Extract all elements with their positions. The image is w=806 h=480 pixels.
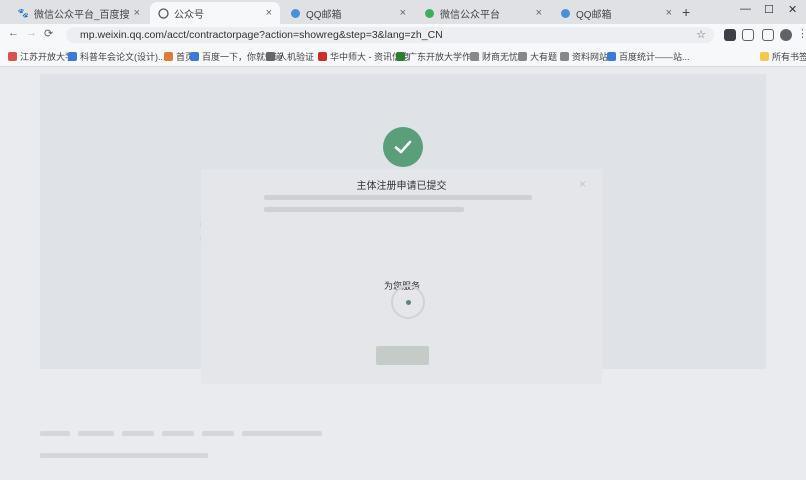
copyright: [40, 453, 208, 458]
paw-icon: 🐾: [17, 7, 30, 18]
new-tab-button[interactable]: +: [682, 4, 690, 20]
tab-strip: 🐾 微信公众平台_百度搜索 × 公众号 × QQ邮箱 × 微信公众平台 × QQ…: [0, 0, 806, 24]
tab-gongzhonghao[interactable]: 公众号 ×: [150, 2, 280, 24]
close-icon[interactable]: ×: [134, 7, 140, 19]
bookmark-icon: [68, 52, 77, 61]
extension-icon[interactable]: [724, 29, 736, 41]
footer-link[interactable]: [242, 431, 322, 436]
bookmark-icon: [560, 52, 569, 61]
footer-link[interactable]: [40, 431, 70, 436]
close-icon[interactable]: ×: [266, 7, 272, 19]
bookmark-icon: [470, 52, 479, 61]
bookmark-item[interactable]: 科普年会论文(设计)...: [68, 50, 166, 63]
bookmark-icon: [164, 52, 173, 61]
bookmark-icon: [396, 52, 405, 61]
bookmark-icon: [607, 52, 616, 61]
blurred-text: [40, 453, 208, 458]
forward-icon[interactable]: →: [26, 27, 37, 39]
dialog-title: 主体注册申请已提交: [356, 181, 447, 192]
reload-icon[interactable]: ⟳: [44, 27, 53, 40]
bookmark-item[interactable]: 财商无忧: [470, 50, 518, 63]
footer-links: [40, 431, 322, 436]
confirm-button[interactable]: [376, 346, 429, 365]
bookmark-icon: [190, 52, 199, 61]
star-icon[interactable]: ☆: [696, 28, 706, 41]
bookmark-item[interactable]: 大有题: [518, 50, 557, 63]
tab-qq-mail-2[interactable]: QQ邮箱 ×: [552, 2, 680, 24]
blurred-text: [264, 195, 532, 200]
browser-toolbar: ← → ⟳ mp.weixin.qq.com/acct/contractorpa…: [0, 24, 806, 46]
dialog-description: [264, 195, 539, 212]
success-check-icon: [383, 127, 423, 167]
bookmarks-bar: 江苏开放大学 科普年会论文(设计)... 首页 百度一下，你就知道 人机验证 华…: [0, 46, 806, 67]
qq-mail-icon: [290, 8, 301, 19]
puzzle-icon[interactable]: [742, 29, 754, 41]
back-icon[interactable]: ←: [8, 27, 19, 39]
avatar[interactable]: [780, 29, 792, 41]
page-content: × 主体注册申请已提交 为您服务: [0, 67, 806, 480]
footer-link[interactable]: [122, 431, 154, 436]
split-view-icon[interactable]: [762, 29, 774, 41]
footer-link[interactable]: [162, 431, 194, 436]
cursor-icon: [406, 300, 411, 305]
bookmark-icon: [8, 52, 17, 61]
folder-icon: [760, 52, 769, 61]
url-text[interactable]: mp.weixin.qq.com/acct/contractorpage?act…: [80, 29, 443, 41]
bookmark-item[interactable]: 资料网站: [560, 50, 608, 63]
qq-mail-icon: [560, 8, 571, 19]
close-icon[interactable]: ×: [400, 7, 406, 19]
wechat-icon: [158, 7, 169, 19]
bookmark-item[interactable]: 江苏开放大学: [8, 50, 74, 63]
close-window-button[interactable]: ✕: [788, 3, 797, 16]
footer-link[interactable]: [202, 431, 234, 436]
tab-wechat-platform[interactable]: 微信公众平台 ×: [416, 2, 550, 24]
bookmark-icon: [318, 52, 327, 61]
menu-icon[interactable]: ⋮: [797, 27, 806, 40]
address-bar[interactable]: mp.weixin.qq.com/acct/contractorpage?act…: [66, 27, 714, 43]
minimize-button[interactable]: —: [740, 3, 751, 15]
bookmark-item[interactable]: 人机验证: [266, 50, 314, 63]
bookmark-icon: [266, 52, 275, 61]
close-icon[interactable]: ×: [666, 7, 672, 19]
wechat-green-icon: [424, 8, 435, 19]
maximize-button[interactable]: ☐: [764, 3, 774, 16]
close-icon[interactable]: ×: [536, 7, 542, 19]
footer-link[interactable]: [78, 431, 114, 436]
tab-baidu-search[interactable]: 🐾 微信公众平台_百度搜索 ×: [10, 2, 148, 24]
bookmark-icon: [518, 52, 527, 61]
bookmark-item[interactable]: 广东开放大学作业: [396, 50, 480, 63]
bookmark-item[interactable]: 百度统计——站...: [607, 50, 690, 63]
all-bookmarks[interactable]: 所有书签: [760, 50, 806, 63]
blurred-text: [264, 207, 464, 212]
tab-qq-mail[interactable]: QQ邮箱 ×: [282, 2, 414, 24]
